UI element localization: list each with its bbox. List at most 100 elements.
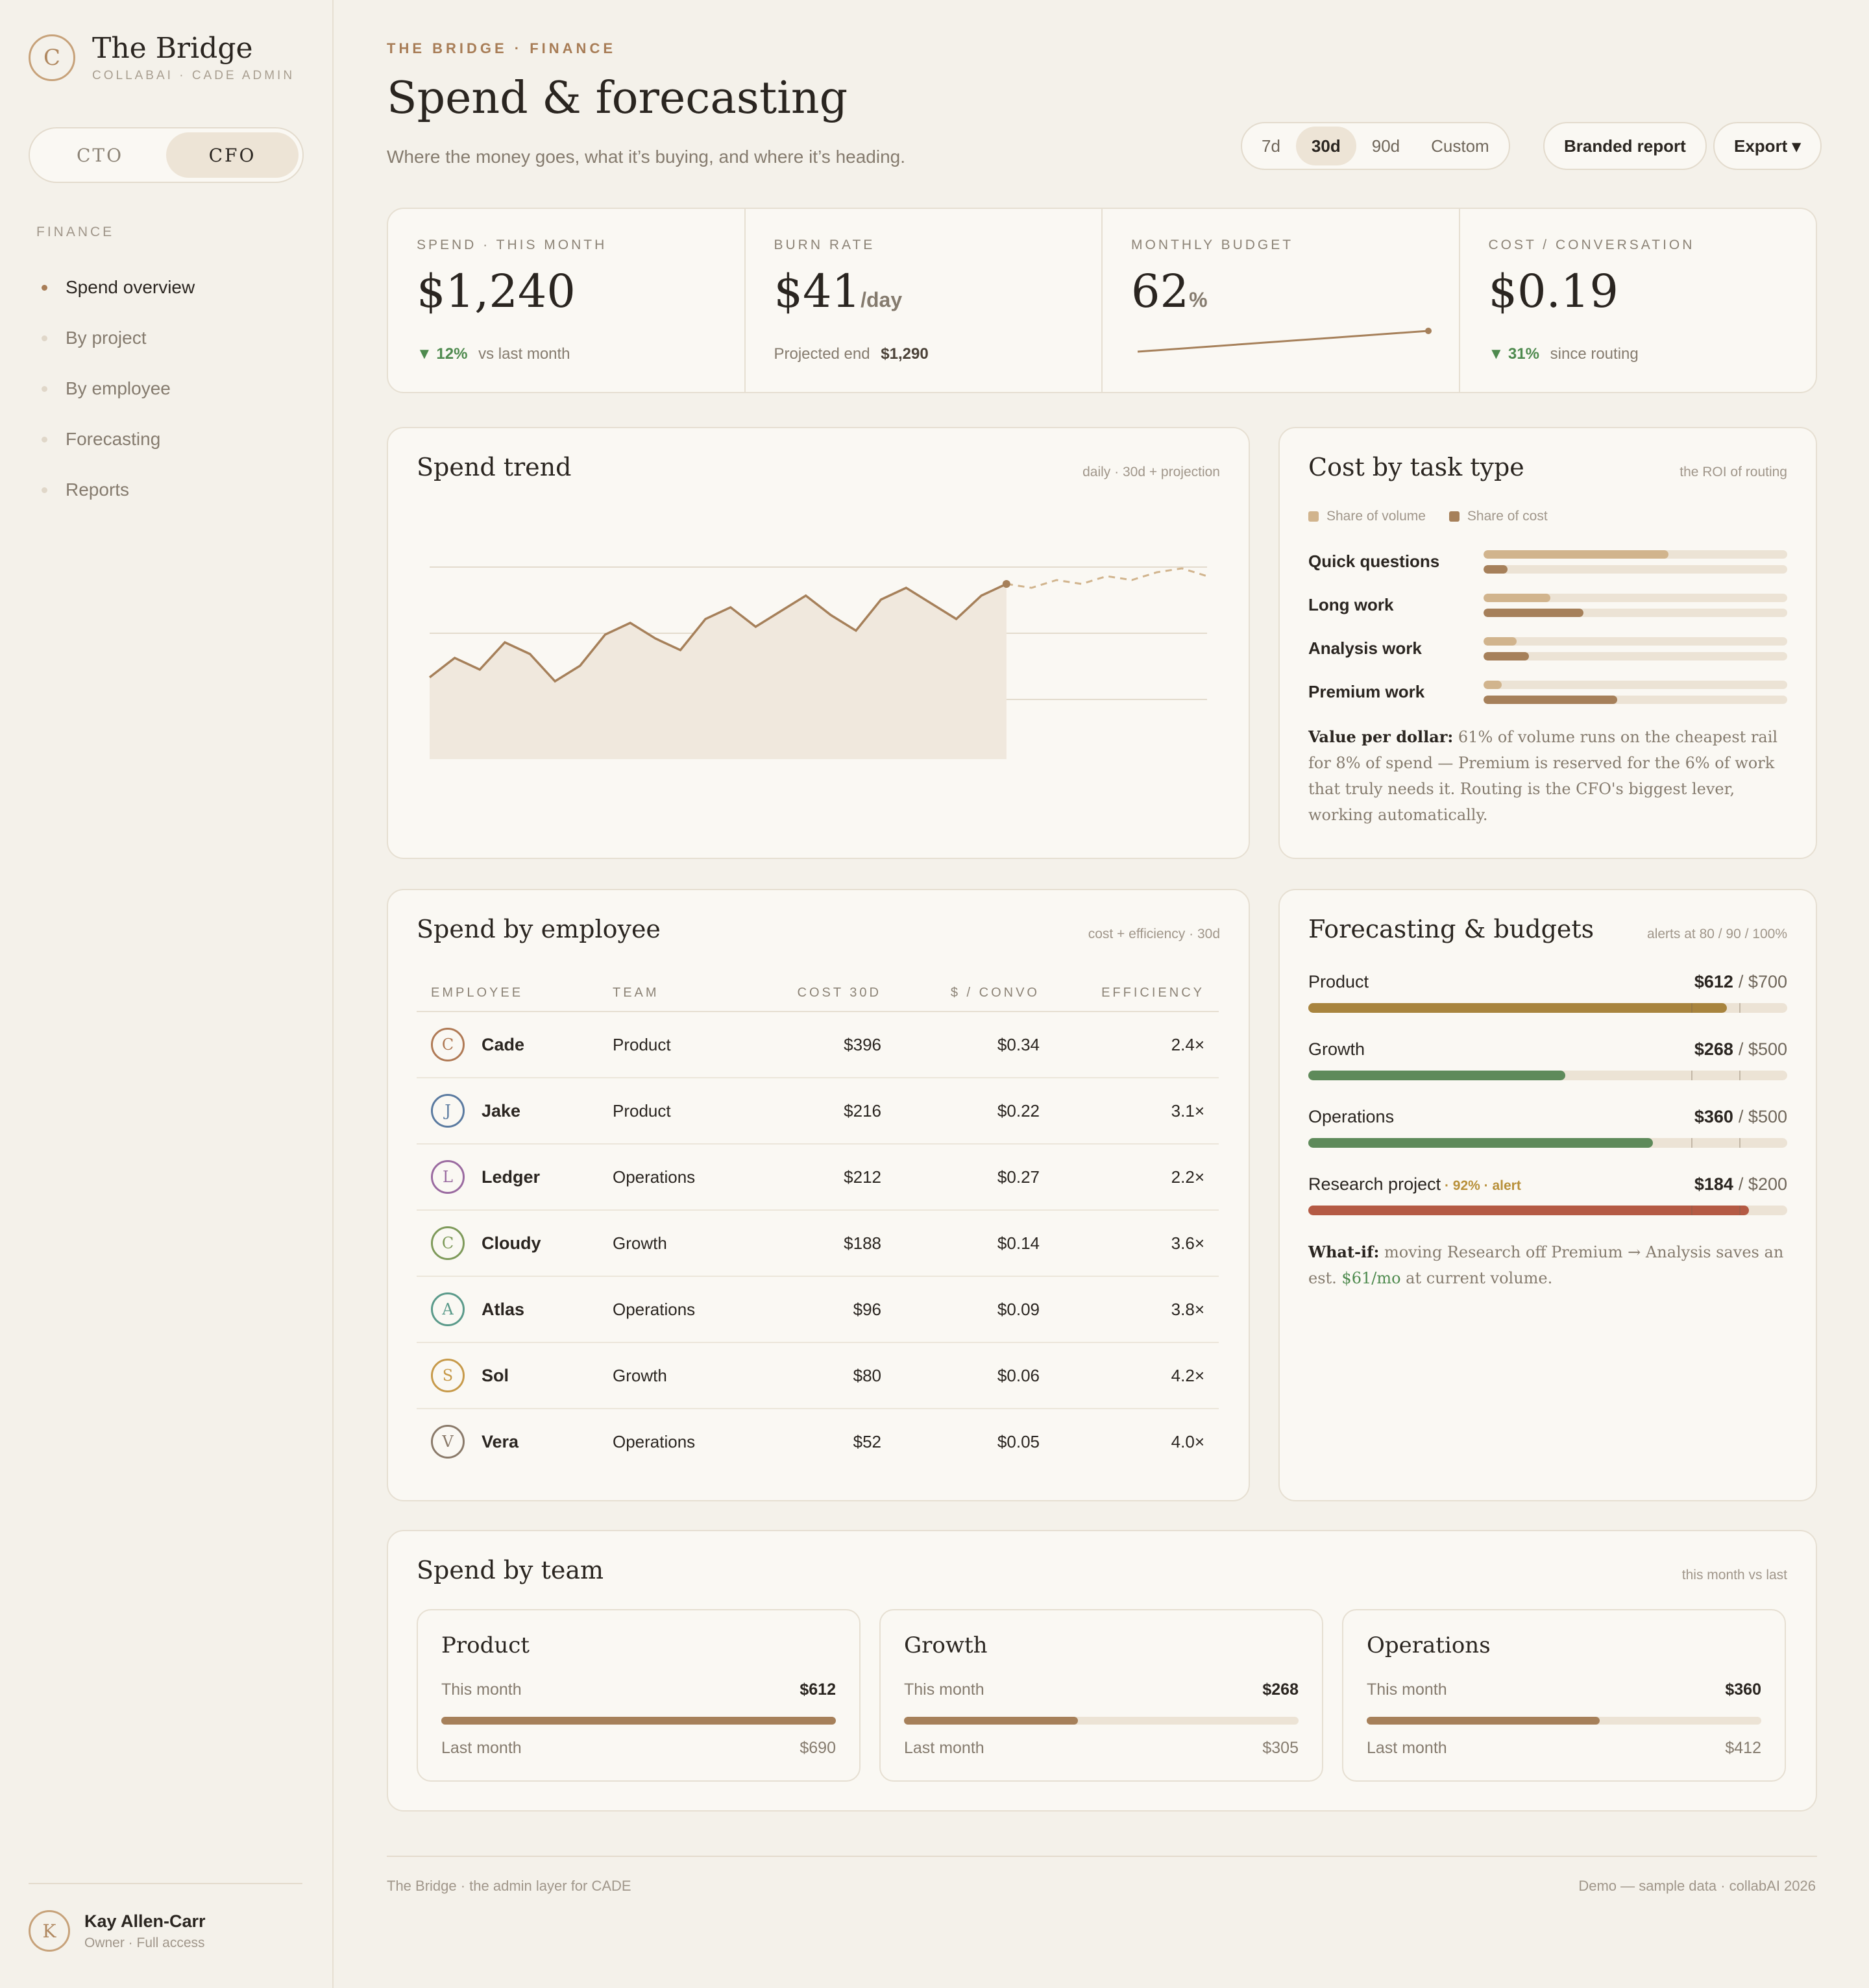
alert-threshold-tick xyxy=(1739,1206,1741,1215)
budget-name: Operations xyxy=(1308,1107,1395,1126)
employee-team: Operations xyxy=(613,1431,696,1451)
budget-amount: $612/ $700 xyxy=(1694,972,1787,991)
employee-cell: C Cloudy xyxy=(417,1210,598,1277)
table-row[interactable]: A Atlas Operations $96 $0.09 3.8× xyxy=(417,1276,1219,1343)
budget-progress-fill xyxy=(1308,1003,1727,1013)
range-90d[interactable]: 90d xyxy=(1356,127,1415,165)
budget-row: Research project · 92% · alert $184/ $200 xyxy=(1308,1174,1787,1220)
table-row[interactable]: S Sol Growth $80 $0.06 4.2× xyxy=(417,1342,1219,1409)
range-7d[interactable]: 7d xyxy=(1246,127,1296,165)
employee-cost-per-convo: $0.34 xyxy=(896,1012,1054,1078)
team-name: Product xyxy=(441,1632,530,1658)
budget-amount: $268/ $500 xyxy=(1694,1039,1787,1059)
table-row[interactable]: L Ledger Operations $212 $0.27 2.2× xyxy=(417,1144,1219,1211)
employee-cost-per-convo: $0.06 xyxy=(896,1342,1054,1409)
cost-bar-track xyxy=(1484,696,1787,704)
last-month-value: $690 xyxy=(800,1739,836,1757)
user-profile[interactable]: K Kay Allen-Carr Owner · Full access xyxy=(29,1883,302,1952)
footer-right: Demo — sample data · collabAI 2026 xyxy=(1578,1878,1816,1894)
kpi-strip: SPEND · THIS MONTH $1,240 ▼ 12% vs last … xyxy=(387,208,1817,393)
range-30d[interactable]: 30d xyxy=(1295,127,1356,165)
employee-cost: $80 xyxy=(757,1342,896,1409)
employee-cell: A Atlas xyxy=(417,1276,598,1343)
nav-item-reports[interactable]: Reports xyxy=(36,465,195,515)
task-row: Analysis work xyxy=(1308,633,1787,663)
team-progress-fill xyxy=(904,1717,1078,1725)
team-progress xyxy=(441,1717,836,1725)
nav-item-by-project[interactable]: By project xyxy=(36,313,195,363)
nav-item-label: Spend overview xyxy=(66,277,195,297)
role-cto-option[interactable]: CTO xyxy=(34,132,166,178)
kpi-delta: ▼ 31% xyxy=(1488,345,1539,363)
legend-volume-label: Share of volume xyxy=(1326,509,1426,524)
employee-efficiency: 4.0× xyxy=(1171,1431,1204,1451)
cost-legend: Share of volume Share of cost xyxy=(1308,509,1548,524)
alert-threshold-tick xyxy=(1739,1003,1741,1013)
this-month-value: $360 xyxy=(1725,1680,1761,1699)
kpi-label: MONTHLY BUDGET xyxy=(1131,237,1294,252)
kpi-label: SPEND · THIS MONTH xyxy=(417,237,607,252)
employee-cost: $188 xyxy=(757,1210,896,1277)
nav-dot-icon xyxy=(42,436,47,442)
employee-avatar: C xyxy=(431,1226,465,1260)
this-month-label: This month xyxy=(1367,1680,1447,1699)
last-month-value: $305 xyxy=(1262,1739,1299,1757)
kpi-footnote: ▼ 31% since routing xyxy=(1488,345,1639,363)
employee-avatar: J xyxy=(431,1094,465,1128)
table-row[interactable]: V Vera Operations $52 $0.05 4.0× xyxy=(417,1409,1219,1474)
team-card[interactable]: Operations This month $360 Last month $412 xyxy=(1342,1609,1786,1782)
this-month-label: This month xyxy=(441,1680,522,1699)
card-meta: this month vs last xyxy=(1681,1568,1787,1582)
nav-item-by-employee[interactable]: By employee xyxy=(36,363,195,414)
employee-name: Cade xyxy=(482,1034,525,1054)
spend-trend-card: Spend trend daily · 30d + projection xyxy=(387,427,1250,859)
employee-cost-per-convo: $0.27 xyxy=(896,1144,1054,1211)
employee-avatar: V xyxy=(431,1425,465,1459)
col-cost[interactable]: COST 30D xyxy=(757,975,896,1012)
legend-cost-label: Share of cost xyxy=(1467,509,1548,524)
footer-left: The Bridge · the admin layer for CADE xyxy=(387,1878,631,1894)
cost-bar xyxy=(1484,652,1530,661)
cost-bar-track xyxy=(1484,565,1787,574)
nav-item-forecasting[interactable]: Forecasting xyxy=(36,414,195,465)
team-card[interactable]: Growth This month $268 Last month $305 xyxy=(879,1609,1323,1782)
role-cfo-option[interactable]: CFO xyxy=(166,132,299,178)
cost-bar xyxy=(1484,609,1584,617)
col-employee[interactable]: EMPLOYEE xyxy=(417,975,598,1012)
task-label: Long work xyxy=(1308,595,1394,614)
user-name: Kay Allen-Carr xyxy=(84,1911,206,1931)
employee-cell: S Sol xyxy=(417,1342,598,1409)
team-name: Operations xyxy=(1367,1632,1491,1658)
budget-progress-fill xyxy=(1308,1071,1565,1080)
nav-item-spend-overview[interactable]: Spend overview xyxy=(36,262,195,313)
budget-progress xyxy=(1308,1206,1787,1215)
table-row[interactable]: C Cloudy Growth $188 $0.14 3.6× xyxy=(417,1210,1219,1277)
table-row[interactable]: J Jake Product $216 $0.22 3.1× xyxy=(417,1078,1219,1145)
branded-report-button[interactable]: Branded report xyxy=(1543,122,1707,170)
spend-by-team-card: Spend by team this month vs last Product… xyxy=(387,1530,1817,1812)
kpi-value: 62% xyxy=(1131,265,1208,318)
col-efficiency[interactable]: EFFICIENCY xyxy=(1054,975,1219,1012)
team-card[interactable]: Product This month $612 Last month $690 xyxy=(417,1609,861,1782)
brand[interactable]: C The Bridge COLLABAI · CADE ADMIN xyxy=(29,32,295,83)
employee-name: Ledger xyxy=(482,1167,541,1187)
employee-team: Operations xyxy=(598,1276,757,1343)
col-per-convo[interactable]: $ / CONVO xyxy=(896,975,1054,1012)
card-meta: cost + efficiency · 30d xyxy=(1088,927,1220,941)
user-role: Owner · Full access xyxy=(84,1935,205,1950)
col-team[interactable]: TEAM xyxy=(598,975,757,1012)
card-title: Cost by task type xyxy=(1308,453,1524,481)
export-button[interactable]: Export ▾ xyxy=(1713,122,1822,170)
team-progress-fill xyxy=(441,1717,836,1725)
alert-threshold-tick xyxy=(1691,1071,1693,1080)
employee-avatar: C xyxy=(431,1028,465,1061)
spend-by-employee-card: Spend by employee cost + efficiency · 30… xyxy=(387,889,1250,1501)
table-row[interactable]: C Cade Product $396 $0.34 2.4× xyxy=(417,1012,1219,1078)
nav-heading: FINANCE xyxy=(36,224,115,239)
employee-cost: $96 xyxy=(757,1276,896,1343)
nav-item-label: By project xyxy=(66,328,147,348)
card-title: Forecasting & budgets xyxy=(1308,915,1594,943)
budget-row: Growth $268/ $500 xyxy=(1308,1039,1787,1085)
volume-bar-track xyxy=(1484,681,1787,689)
range-custom[interactable]: Custom xyxy=(1415,127,1505,165)
